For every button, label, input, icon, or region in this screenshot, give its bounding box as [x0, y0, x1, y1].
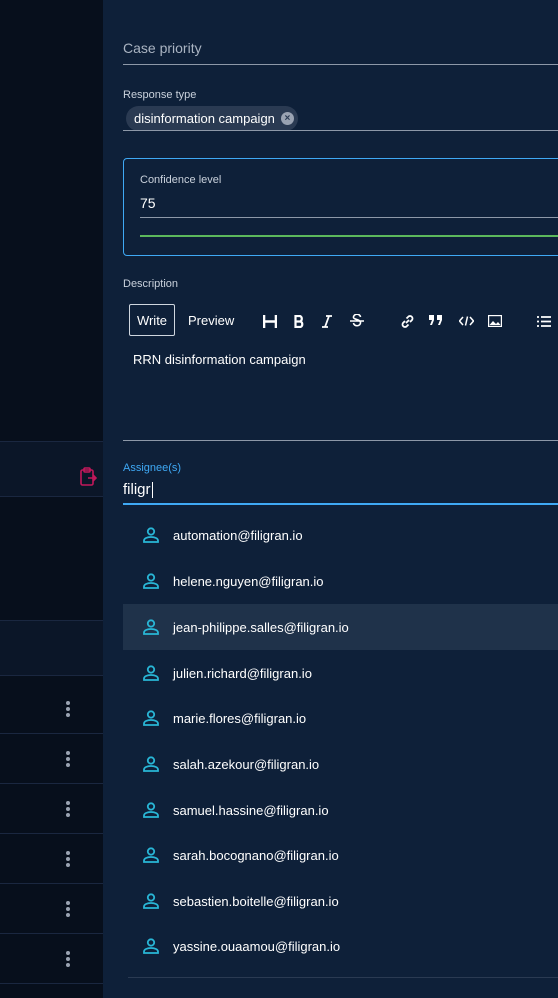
assignee-label: Assignee(s): [123, 462, 182, 474]
user-icon: [143, 527, 159, 543]
assignee-option[interactable]: sebastien.boitelle@filigran.io: [123, 878, 558, 924]
case-form-drawer: Case priority Response type disinformati…: [103, 0, 558, 998]
divider: [0, 783, 103, 784]
user-icon: [143, 847, 159, 863]
divider: [0, 833, 103, 834]
confidence-level-bar: [140, 235, 558, 237]
row-menu-kebab-icon[interactable]: [66, 851, 70, 867]
divider: [0, 441, 103, 442]
row-menu-kebab-icon[interactable]: [66, 701, 70, 717]
image-icon[interactable]: [485, 311, 505, 331]
assignee-option-label: sarah.bocognano@filigran.io: [173, 847, 339, 863]
assignee-option-label: julien.richard@filigran.io: [173, 665, 312, 681]
assignee-option[interactable]: automation@filigran.io: [123, 512, 558, 558]
tab-write[interactable]: Write: [129, 304, 175, 336]
code-icon[interactable]: [456, 311, 476, 331]
assignee-option[interactable]: marie.flores@filigran.io: [123, 695, 558, 741]
clipboard-export-icon[interactable]: [79, 467, 97, 487]
row-menu-kebab-icon[interactable]: [66, 901, 70, 917]
tab-preview[interactable]: Preview: [188, 304, 234, 336]
description-underline: [123, 440, 558, 441]
response-type-chip[interactable]: disinformation campaign ×: [126, 106, 298, 131]
user-icon: [143, 619, 159, 635]
assignee-option[interactable]: sarah.bocognano@filigran.io: [123, 832, 558, 878]
response-type-field[interactable]: [123, 130, 558, 131]
assignee-option-label: salah.azekour@filigran.io: [173, 756, 320, 772]
list-icon[interactable]: [534, 311, 554, 331]
dropdown-bottom-border: [128, 977, 558, 978]
assignee-option-label: jean-philippe.salles@filigran.io: [173, 619, 349, 635]
user-icon: [143, 573, 159, 589]
user-icon: [143, 710, 159, 726]
background-list: [0, 0, 103, 998]
user-icon: [143, 756, 159, 772]
confidence-level-input[interactable]: 75: [140, 195, 156, 211]
divider: [0, 933, 103, 934]
heading-icon[interactable]: [260, 311, 280, 331]
description-label: Description: [123, 278, 179, 290]
assignee-input-text: filigr: [123, 481, 151, 498]
assignee-option[interactable]: samuel.hassine@filigran.io: [123, 787, 558, 833]
row-menu-kebab-icon[interactable]: [66, 751, 70, 767]
assignee-option[interactable]: helene.nguyen@filigran.io: [123, 558, 558, 604]
quote-icon[interactable]: [426, 311, 446, 331]
assignee-dropdown: automation@filigran.io helene.nguyen@fil…: [123, 512, 558, 978]
divider: [0, 733, 103, 734]
divider: [0, 983, 103, 984]
assignee-option-highlighted[interactable]: jean-philippe.salles@filigran.io: [123, 604, 558, 650]
row-menu-kebab-icon[interactable]: [66, 951, 70, 967]
strikethrough-icon[interactable]: [347, 311, 367, 331]
confidence-level-label: Confidence level: [140, 174, 222, 186]
assignee-option-label: sebastien.boitelle@filigran.io: [173, 893, 339, 909]
description-editor[interactable]: RRN disinformation campaign: [133, 352, 306, 367]
case-priority-label[interactable]: Case priority: [123, 40, 202, 56]
assignee-option[interactable]: julien.richard@filigran.io: [123, 650, 558, 696]
text-cursor: [151, 482, 153, 499]
assignee-option-label: automation@filigran.io: [173, 527, 303, 543]
background-header-row: [0, 621, 103, 675]
divider: [0, 675, 103, 676]
assignee-option[interactable]: yassine.ouaamou@filigran.io: [123, 923, 558, 969]
confidence-level-field[interactable]: Confidence level 75: [123, 158, 558, 256]
assignee-option-label: marie.flores@filigran.io: [173, 710, 307, 726]
assignee-option-label: samuel.hassine@filigran.io: [173, 802, 329, 818]
user-icon: [143, 938, 159, 954]
response-type-label: Response type: [123, 89, 197, 101]
italic-icon[interactable]: [317, 311, 337, 331]
bold-icon[interactable]: [289, 311, 309, 331]
user-icon: [143, 893, 159, 909]
link-icon[interactable]: [397, 311, 417, 331]
user-icon: [143, 665, 159, 681]
row-menu-kebab-icon[interactable]: [66, 801, 70, 817]
divider: [0, 620, 103, 621]
chip-label: disinformation campaign: [134, 111, 275, 126]
chip-remove-icon[interactable]: ×: [280, 112, 294, 125]
assignee-option[interactable]: salah.azekour@filigran.io: [123, 741, 558, 787]
confidence-level-fill: [140, 235, 558, 237]
assignee-input[interactable]: filigr: [123, 481, 153, 499]
divider: [0, 883, 103, 884]
case-priority-select[interactable]: [123, 64, 558, 65]
input-underline: [140, 217, 558, 218]
assignee-option-label: helene.nguyen@filigran.io: [173, 573, 324, 589]
assignee-input-underline: [123, 503, 558, 505]
assignee-option-label: yassine.ouaamou@filigran.io: [173, 938, 341, 954]
user-icon: [143, 802, 159, 818]
divider: [0, 496, 103, 497]
